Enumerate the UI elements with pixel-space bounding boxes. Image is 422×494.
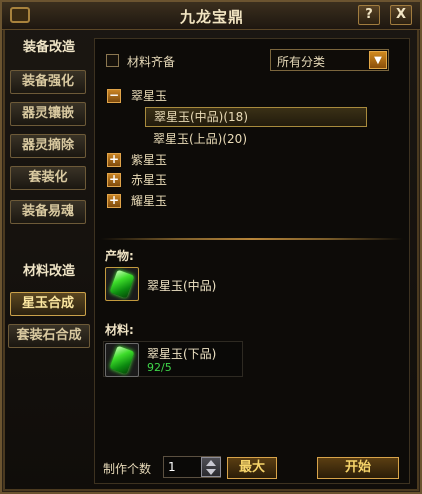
- tree-node-jade-red[interactable]: + 赤星玉: [107, 171, 367, 189]
- tree-node-jade-green[interactable]: − 翠星玉: [107, 87, 367, 105]
- materials-ready-label: 材料齐备: [127, 55, 176, 69]
- material-count: 92/5: [147, 361, 172, 374]
- nine-dragon-cauldron-window: 九龙宝鼎 ? X 装备改造 装备强化 器灵镶嵌 器灵摘除 套装化 装备易魂 材料…: [0, 0, 422, 494]
- category-dropdown-value: 所有分类: [277, 55, 326, 69]
- help-button[interactable]: ?: [358, 5, 380, 25]
- tree-child-jade-mid[interactable]: 翠星玉(中品)(18): [145, 107, 367, 127]
- tab-setstone-synthesis[interactable]: 套装石合成: [8, 324, 90, 348]
- tab-spirit-inlay[interactable]: 器灵镶嵌: [10, 102, 86, 126]
- green-jade-gem-icon: [109, 269, 135, 299]
- expand-icon[interactable]: +: [107, 153, 121, 167]
- close-button[interactable]: X: [390, 5, 412, 25]
- arrow-up-icon[interactable]: [206, 460, 216, 466]
- max-button[interactable]: 最大: [227, 457, 277, 479]
- tree-node-jade-purple[interactable]: + 紫星玉: [107, 151, 367, 169]
- tab-soul-transfer[interactable]: 装备易魂: [10, 200, 86, 224]
- window-ornament-icon: [10, 7, 30, 23]
- product-name: 翠星玉(中品): [147, 279, 217, 293]
- section-divider: [101, 238, 403, 240]
- materials-ready-checkbox[interactable]: [106, 54, 119, 67]
- material-name: 翠星玉(下品): [147, 347, 217, 361]
- title-bar[interactable]: 九龙宝鼎 ? X: [2, 2, 420, 30]
- group-equipment-modify: 装备改造: [22, 40, 75, 55]
- tree-node-label: 紫星玉: [131, 153, 168, 167]
- tab-spirit-remove[interactable]: 器灵摘除: [10, 134, 86, 158]
- tab-starjade-synthesis[interactable]: 星玉合成: [10, 292, 86, 316]
- tab-set-convert[interactable]: 套装化: [10, 166, 86, 190]
- tree-node-label: 耀星玉: [131, 194, 168, 208]
- synthesis-panel: 材料齐备 所有分类 ▼ − 翠星玉 翠星玉(中品)(18) 翠星玉(上品)(20…: [94, 38, 410, 484]
- collapse-icon[interactable]: −: [107, 89, 121, 103]
- tree-child-jade-high[interactable]: 翠星玉(上品)(20): [145, 129, 367, 149]
- expand-icon[interactable]: +: [107, 173, 121, 187]
- green-jade-gem-icon: [109, 345, 135, 375]
- tab-equipment-enhance[interactable]: 装备强化: [10, 70, 86, 94]
- craft-quantity-label: 制作个数: [103, 462, 152, 476]
- product-label: 产物:: [105, 249, 134, 263]
- tree-node-label: 翠星玉: [131, 89, 168, 103]
- group-material-modify: 材料改造: [22, 264, 75, 279]
- expand-icon[interactable]: +: [107, 194, 121, 208]
- product-slot[interactable]: [105, 267, 139, 301]
- dropdown-arrow-icon[interactable]: ▼: [369, 51, 387, 69]
- material-label: 材料:: [105, 323, 134, 337]
- material-slot[interactable]: [105, 343, 139, 377]
- category-dropdown[interactable]: 所有分类 ▼: [270, 49, 389, 71]
- arrow-down-icon[interactable]: [206, 469, 216, 475]
- start-button[interactable]: 开始: [317, 457, 399, 479]
- tree-node-jade-bright[interactable]: + 耀星玉: [107, 192, 367, 210]
- quantity-stepper[interactable]: [201, 457, 221, 477]
- tree-node-label: 赤星玉: [131, 173, 168, 187]
- window-title: 九龙宝鼎: [179, 8, 244, 26]
